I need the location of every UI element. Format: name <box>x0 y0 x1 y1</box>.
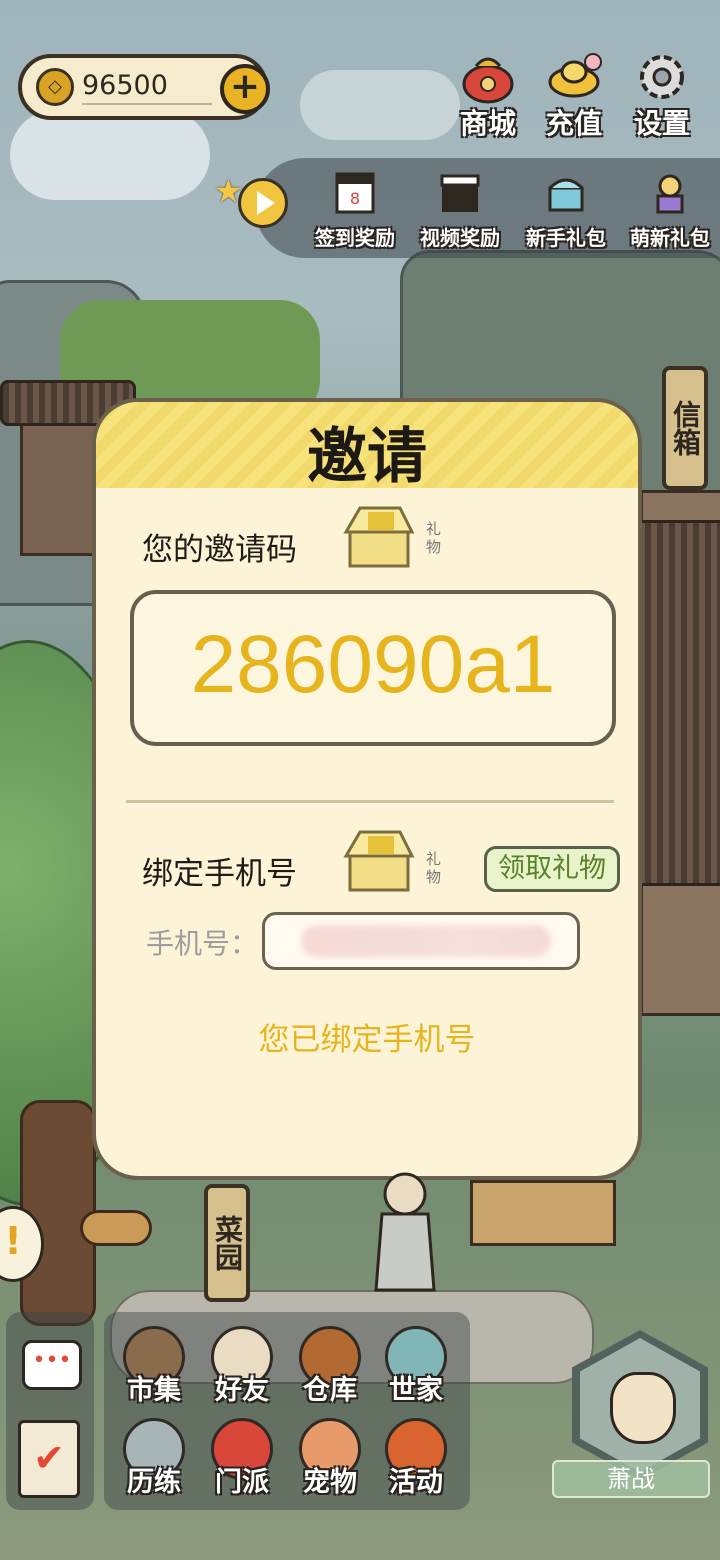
gift-chest-icon-2[interactable] <box>340 826 420 898</box>
gift-label-2: 礼物 <box>426 850 442 886</box>
gift-label: 礼物 <box>426 520 442 556</box>
claim-gift-button[interactable]: 领取礼物 <box>484 846 620 892</box>
clan-button[interactable]: 世家 <box>378 1326 454 1407</box>
currency-amount: 96500 <box>82 70 212 105</box>
recharge-label: 充值 <box>545 107 602 140</box>
sprite-icon <box>656 174 684 214</box>
video-reward-label: 视频奖励 <box>420 226 500 250</box>
checkin-reward-label: 签到奖励 <box>315 226 395 250</box>
dialog-title: 邀请 <box>307 422 427 492</box>
phone-label: 手机号： <box>146 927 259 960</box>
recharge-button[interactable]: 充值 <box>536 50 612 142</box>
task-checklist-icon[interactable]: ✔ <box>18 1420 80 1498</box>
bound-status-message: 您已绑定手机号 <box>258 1022 476 1058</box>
market-label: 市集 <box>127 1375 181 1406</box>
invite-code-label: 您的邀请码 <box>142 532 297 568</box>
market-button[interactable]: 市集 <box>116 1326 192 1407</box>
invite-code-value: 286090a1 <box>190 619 556 710</box>
character-name: 萧战 <box>552 1460 710 1498</box>
garden-sign[interactable]: 菜园 <box>204 1184 250 1302</box>
svg-text:8: 8 <box>350 189 360 208</box>
gold-ingot-icon <box>548 53 602 98</box>
chest-icon <box>548 178 584 212</box>
play-video-button[interactable] <box>238 178 288 228</box>
calendar-icon: 8 <box>335 172 375 214</box>
events-label: 活动 <box>389 1467 443 1498</box>
training-label: 历练 <box>127 1467 181 1498</box>
coin-icon: ◇ <box>36 68 74 106</box>
sect-label: 门派 <box>215 1467 269 1498</box>
phone-number-redacted <box>301 925 551 957</box>
shop-button[interactable]: 商城 <box>450 50 526 142</box>
newbie-pack-button[interactable]: 新手礼包 <box>516 170 616 251</box>
checkin-reward-button[interactable]: 8 签到奖励 <box>305 170 405 251</box>
garden-label: 菜园 <box>211 1215 244 1271</box>
shop-bag-icon <box>462 57 514 104</box>
cute-pack-label: 萌新礼包 <box>630 226 710 250</box>
divider <box>126 800 614 803</box>
mailbox-sign[interactable]: 信箱 <box>662 366 708 490</box>
cute-pack-button[interactable]: 萌新礼包 <box>620 170 720 251</box>
shop-label: 商城 <box>459 107 516 140</box>
mailbox-label: 信箱 <box>669 400 702 456</box>
clapperboard-icon <box>440 174 480 212</box>
clan-label: 世家 <box>389 1375 443 1406</box>
settings-button[interactable]: 设置 <box>624 50 700 142</box>
invite-code-box[interactable]: 286090a1 <box>130 590 616 746</box>
invite-dialog: 邀请 您的邀请码 礼物 286090a1 绑定手机号 礼物 领取礼物 手机号： … <box>92 398 642 1180</box>
gift-chest-icon[interactable] <box>340 502 420 574</box>
pets-button[interactable]: 宠物 <box>292 1418 368 1499</box>
warehouse-label: 仓库 <box>303 1375 357 1406</box>
training-button[interactable]: 历练 <box>116 1418 192 1499</box>
chat-icon[interactable]: ••• <box>22 1340 82 1390</box>
events-button[interactable]: 活动 <box>378 1418 454 1499</box>
friends-button[interactable]: 好友 <box>204 1326 280 1407</box>
bind-phone-label: 绑定手机号 <box>142 856 297 892</box>
phone-field[interactable] <box>262 912 580 970</box>
gear-icon <box>640 55 684 99</box>
add-currency-button[interactable]: + <box>220 64 270 114</box>
video-reward-button[interactable]: 视频奖励 <box>410 170 510 251</box>
pets-label: 宠物 <box>303 1467 357 1498</box>
settings-label: 设置 <box>633 107 690 140</box>
friends-label: 好友 <box>215 1375 269 1406</box>
monk-character <box>374 1172 436 1292</box>
character-face <box>610 1372 676 1444</box>
sect-button[interactable]: 门派 <box>204 1418 280 1499</box>
newbie-pack-label: 新手礼包 <box>526 226 606 250</box>
warehouse-button[interactable]: 仓库 <box>292 1326 368 1407</box>
